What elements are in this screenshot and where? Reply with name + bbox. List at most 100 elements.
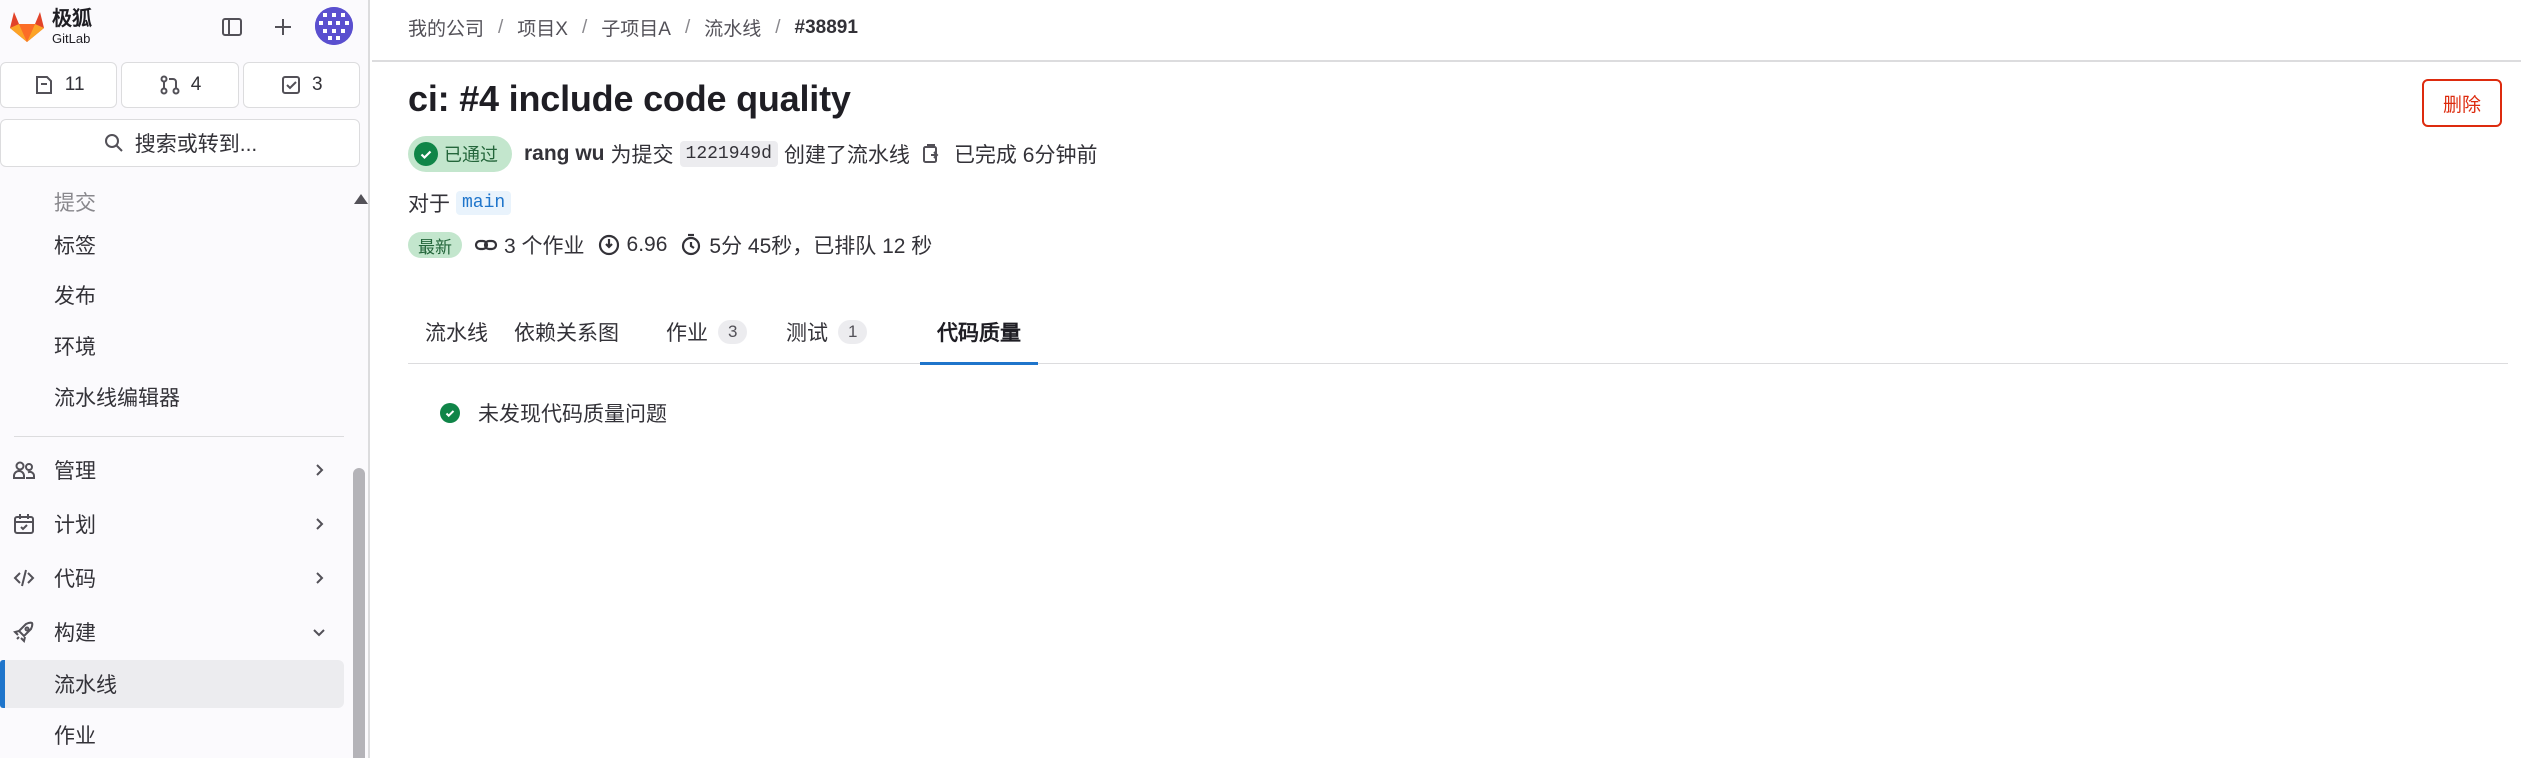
sidebar-item-plan[interactable]: 计划: [0, 498, 344, 550]
sidebar-item-build[interactable]: 构建: [0, 606, 344, 658]
sidebar-item-label: 代码: [54, 568, 96, 591]
breadcrumb: 我的公司 / 项目X / 子项目A / 流水线 / #38891: [408, 14, 858, 41]
tab-dependency-graph[interactable]: 依赖关系图: [514, 300, 619, 364]
chevron-down-icon: [313, 629, 325, 637]
tab-count-badge: 3: [718, 320, 748, 344]
breadcrumb-item[interactable]: 我的公司: [408, 14, 484, 41]
main-content: 我的公司 / 项目X / 子项目A / 流水线 / #38891 ci: #4 …: [372, 0, 2521, 758]
tab-count-badge: 1: [838, 320, 868, 344]
search-icon: [104, 134, 123, 152]
toggle-sidebar-button[interactable]: [215, 10, 249, 44]
chevron-right-icon: [316, 518, 324, 530]
header-divider: [372, 60, 2521, 62]
avatar-pattern-icon: [315, 7, 353, 45]
scroll-up-arrow-icon[interactable]: [354, 194, 368, 204]
sidebar-item-code[interactable]: 代码: [0, 552, 344, 604]
chevron-right-icon: [316, 572, 324, 584]
copy-icon[interactable]: [920, 143, 942, 165]
tab-pipeline[interactable]: 流水线: [408, 300, 505, 364]
commit-sha[interactable]: 1221949d: [679, 141, 778, 167]
sidebar-item-environments[interactable]: 环境: [0, 321, 344, 371]
sidebar-item-label: 作业: [54, 725, 96, 748]
tab-label: 代码质量: [937, 322, 1021, 345]
breadcrumb-item[interactable]: 项目X: [517, 14, 568, 41]
author-link[interactable]: rang wu: [524, 142, 605, 166]
issues-counter[interactable]: 11: [0, 62, 118, 108]
app: 极狐 GitLab 11 4 3 搜索或转到... 提交 标签 发布 环境 流水…: [0, 0, 2521, 758]
sidebar-item-label: 发布: [54, 285, 96, 308]
sidebar-header: 极狐 GitLab: [0, 0, 368, 52]
sidebar-divider: [14, 436, 344, 437]
branch-line: 对于 main: [408, 188, 512, 218]
compute-stat: 6.96: [597, 233, 668, 257]
pipeline-status-line: 已通过 rang wu 为提交 1221949d 创建了流水线 已完成 6分钟前: [408, 136, 1097, 172]
latest-badge: 最新: [408, 232, 462, 258]
sidebar-item-pipelines[interactable]: 流水线: [0, 660, 344, 708]
todos-count: 3: [312, 74, 323, 95]
tab-jobs[interactable]: 作业 3: [666, 300, 748, 364]
status-badge[interactable]: 已通过: [408, 136, 512, 172]
check-circle-icon: [414, 142, 438, 166]
breadcrumb-separator: /: [684, 16, 691, 38]
sidebar-item-label: 流水线: [54, 674, 117, 697]
sidebar-item-manage[interactable]: 管理: [0, 444, 344, 496]
breadcrumb-separator: /: [498, 16, 504, 38]
sidebar-item-jobs[interactable]: 作业: [0, 710, 344, 758]
merge-request-icon: [160, 75, 180, 95]
branch-link[interactable]: main: [456, 191, 512, 215]
sidebar-item-commits[interactable]: 提交: [0, 184, 344, 220]
rocket-icon: [13, 621, 34, 643]
tab-label: 依赖关系图: [514, 322, 619, 345]
breadcrumb-current[interactable]: #38891: [795, 17, 858, 39]
tab-label: 测试: [786, 322, 828, 345]
brand-name: 极狐: [52, 8, 92, 30]
sidebar-item-tags[interactable]: 标签: [0, 220, 344, 270]
sidebar-scrollbar[interactable]: [352, 188, 368, 758]
sidebar: 极狐 GitLab 11 4 3 搜索或转到... 提交 标签 发布 环境 流水…: [0, 0, 370, 758]
todo-icon: [282, 76, 301, 94]
sidebar-item-label: 环境: [54, 336, 96, 359]
gitlab-logo-icon[interactable]: [8, 8, 46, 44]
sidebar-icon: [222, 18, 242, 36]
counters: 11 4 3: [0, 62, 360, 108]
check-circle-icon: [440, 403, 460, 423]
pipeline-stats: 最新 3 个作业 6.96 5分 45秒，已排队 12 秒: [408, 230, 944, 260]
tab-tests[interactable]: 测试 1: [786, 300, 868, 364]
link-icon: [474, 239, 498, 251]
code-quality-result: 未发现代码质量问题: [440, 398, 667, 428]
for-label: 对于: [408, 193, 450, 216]
sidebar-item-label: 流水线编辑器: [54, 387, 180, 410]
tab-code-quality[interactable]: 代码质量: [920, 300, 1038, 365]
compute-value: 6.96: [626, 233, 668, 256]
breadcrumb-separator: /: [581, 16, 588, 38]
sidebar-item-label: 计划: [54, 514, 96, 537]
for-commit-text: 为提交: [610, 144, 674, 167]
todos-counter[interactable]: 3: [242, 62, 360, 108]
search-button[interactable]: 搜索或转到...: [0, 119, 360, 167]
merge-requests-counter[interactable]: 4: [121, 62, 239, 108]
tab-label: 流水线: [425, 322, 488, 345]
jobs-stat: 3 个作业: [474, 230, 585, 260]
delete-button[interactable]: 删除: [2422, 79, 2502, 127]
sidebar-item-label: 管理: [54, 460, 96, 483]
sidebar-item-releases[interactable]: 发布: [0, 270, 344, 320]
sidebar-item-label: 构建: [54, 622, 96, 645]
breadcrumb-item[interactable]: 流水线: [704, 14, 761, 41]
page-title: ci: #4 include code quality: [408, 78, 851, 119]
sidebar-item-pipeline-editor[interactable]: 流水线编辑器: [0, 372, 344, 422]
sidebar-item-label: 提交: [54, 192, 96, 215]
calendar-icon: [14, 514, 34, 534]
sidebar-item-label: 标签: [54, 235, 96, 258]
compute-minutes-icon: [598, 234, 619, 256]
search-label: 搜索或转到...: [134, 133, 258, 156]
status-label: 已通过: [444, 145, 498, 165]
users-icon: [13, 461, 36, 479]
finished-text: 已完成 6分钟前: [953, 144, 1098, 167]
chevron-right-icon: [316, 464, 324, 476]
issues-icon: [35, 76, 52, 94]
scrollbar-thumb[interactable]: [353, 468, 365, 758]
create-new-button[interactable]: [266, 10, 300, 44]
pipeline-tabs: 流水线 依赖关系图 作业 3 测试 1 代码质量: [408, 300, 2508, 365]
breadcrumb-item[interactable]: 子项目A: [601, 14, 671, 41]
user-avatar[interactable]: [315, 7, 353, 45]
